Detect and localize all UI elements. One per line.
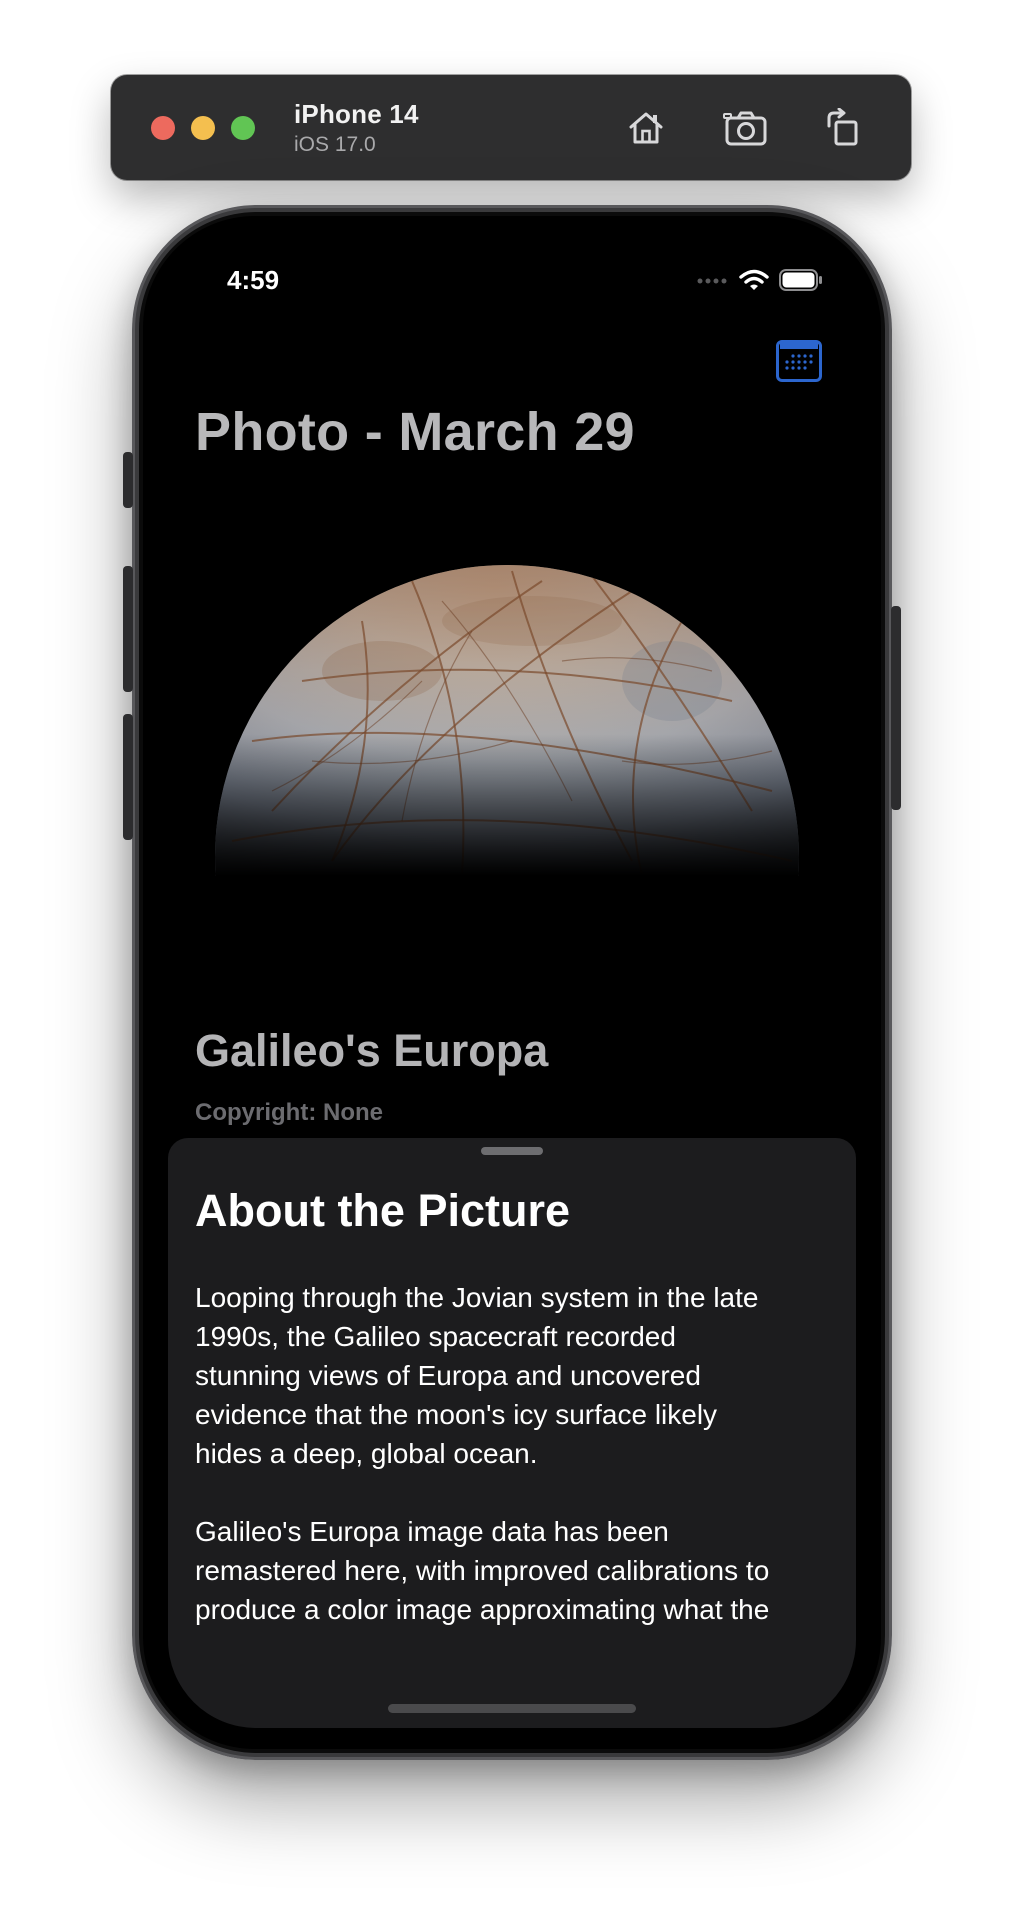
about-sheet[interactable]: About the Picture Looping through the Jo… bbox=[168, 1138, 856, 1728]
home-button[interactable] bbox=[622, 105, 670, 151]
calendar-button[interactable] bbox=[776, 340, 822, 382]
copyright-label: Copyright: None bbox=[195, 1099, 383, 1126]
simulator-toolbar: iPhone 14 iOS 17.0 bbox=[111, 75, 911, 180]
sheet-grabber[interactable] bbox=[481, 1147, 543, 1155]
rotate-button[interactable] bbox=[819, 105, 867, 151]
device-os-version: iOS 17.0 bbox=[294, 133, 376, 156]
screenshot-button[interactable] bbox=[722, 105, 770, 151]
description-paragraph: Galileo's Europa image data has been rem… bbox=[195, 1516, 770, 1625]
rotate-icon bbox=[827, 108, 858, 146]
photo-title: Galileo's Europa bbox=[195, 1025, 549, 1076]
close-window-button[interactable] bbox=[151, 116, 175, 140]
silent-switch bbox=[123, 452, 133, 508]
status-icons bbox=[697, 268, 823, 292]
volume-down-button bbox=[123, 714, 133, 840]
europa-photo[interactable] bbox=[212, 561, 802, 877]
description-paragraph: Looping through the Jovian system in the… bbox=[195, 1282, 759, 1469]
sheet-title: About the Picture bbox=[195, 1185, 571, 1236]
page-title: Photo - March 29 bbox=[195, 402, 635, 462]
device-screen: 4:59 Photo - March 29 Galileo's Europa C… bbox=[143, 216, 881, 1749]
home-indicator[interactable] bbox=[388, 1704, 636, 1713]
cellular-icon bbox=[697, 278, 727, 284]
home-icon bbox=[629, 112, 663, 144]
wifi-icon bbox=[739, 269, 769, 290]
power-button bbox=[891, 606, 901, 810]
minimize-window-button[interactable] bbox=[191, 116, 215, 140]
zoom-window-button[interactable] bbox=[231, 116, 255, 140]
status-time: 4:59 bbox=[227, 265, 280, 295]
europa-image bbox=[215, 565, 799, 877]
screenshot-icon bbox=[723, 111, 767, 146]
device-name: iPhone 14 bbox=[294, 99, 419, 129]
sheet-description[interactable]: Looping through the Jovian system in the… bbox=[195, 1278, 835, 1688]
volume-up-button bbox=[123, 566, 133, 692]
calendar-icon bbox=[780, 343, 818, 370]
battery-icon bbox=[779, 269, 822, 291]
